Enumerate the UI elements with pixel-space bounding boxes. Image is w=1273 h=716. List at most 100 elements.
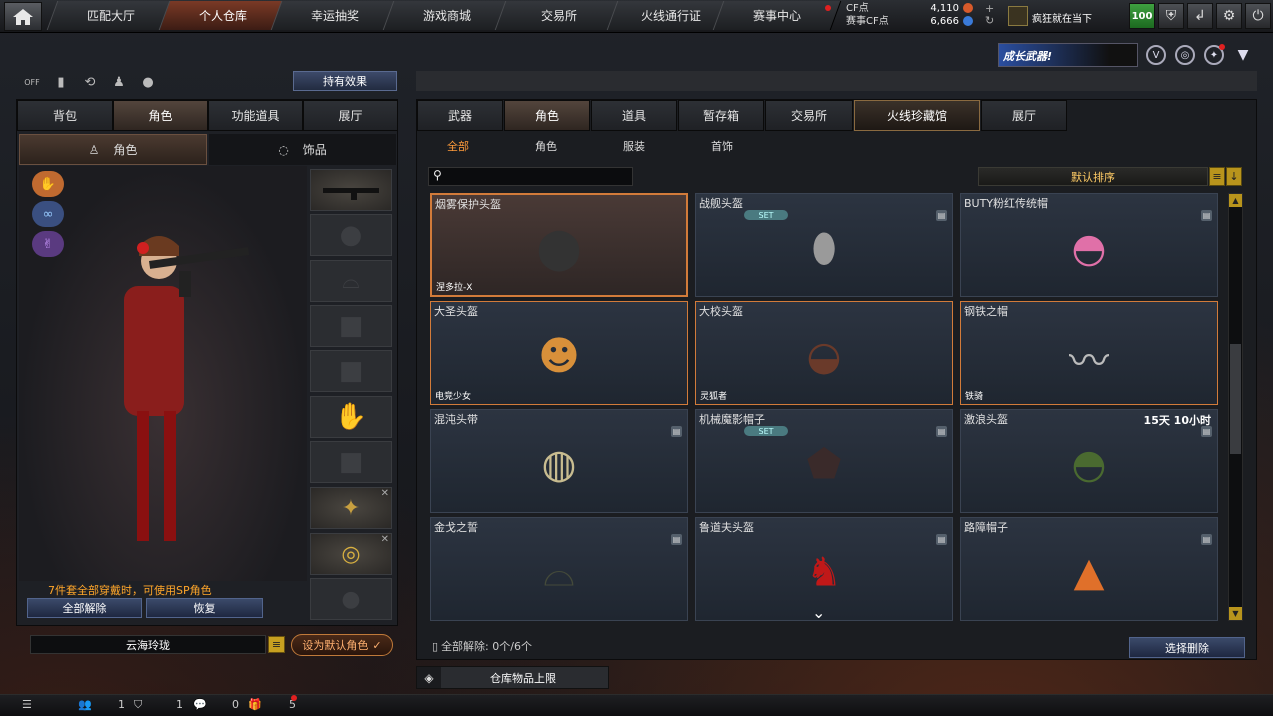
- nav-tab-shop[interactable]: 游戏商城: [382, 1, 512, 30]
- gesture-icon[interactable]: ✌: [32, 231, 64, 257]
- refresh-icon[interactable]: ↻: [985, 15, 994, 26]
- filter-jewelry[interactable]: 首饰: [711, 138, 733, 154]
- friends-icon[interactable]: 👥: [78, 698, 92, 711]
- settings-gear-icon[interactable]: ⚙: [1216, 3, 1242, 29]
- tab-exchange[interactable]: 交易所: [765, 100, 853, 131]
- owned-effects-button[interactable]: 持有效果: [293, 71, 397, 91]
- tab-showroom[interactable]: 展厅: [303, 100, 398, 131]
- nav-tab-events[interactable]: 赛事中心: [712, 1, 842, 30]
- trash-icon[interactable]: ▤: [936, 534, 947, 545]
- trash-icon[interactable]: ▤: [936, 210, 947, 221]
- tab-backpack[interactable]: 背包: [17, 100, 113, 131]
- horn-icon: 〰: [1069, 338, 1109, 385]
- remove-icon[interactable]: ✕: [381, 534, 389, 545]
- tab-weapons[interactable]: 武器: [417, 100, 503, 131]
- character-preview[interactable]: [19, 166, 307, 581]
- tab-functional-items[interactable]: 功能道具: [208, 100, 303, 131]
- slot-gloves[interactable]: ✋: [310, 396, 392, 438]
- level-badge[interactable]: 100: [1129, 3, 1155, 29]
- power-icon[interactable]: ⏻: [1245, 3, 1271, 29]
- clan-shield-icon[interactable]: ⛉: [134, 698, 142, 712]
- nav-tab-lucky-draw[interactable]: 幸运抽奖: [270, 1, 400, 30]
- shield-icon[interactable]: ⛨: [1158, 3, 1184, 29]
- brand-v-icon[interactable]: ▼: [1233, 45, 1253, 65]
- subtab-accessories[interactable]: ◌ 饰品: [209, 134, 396, 165]
- slot-helmet[interactable]: ●: [310, 214, 392, 256]
- stats-icon[interactable]: ▮: [51, 72, 71, 92]
- nav-tab-match-lobby[interactable]: 匹配大厅: [46, 1, 176, 30]
- slot-accessory-1[interactable]: ✦ ✕: [310, 487, 392, 529]
- menu-icon[interactable]: ☰: [22, 698, 32, 711]
- character-name-field[interactable]: 云海玲珑: [30, 635, 266, 654]
- item-card[interactable]: 大圣头盔 ☻ 电竞少女: [430, 301, 688, 405]
- home-button[interactable]: [4, 2, 42, 31]
- gift-icon[interactable]: 🎁: [248, 698, 262, 711]
- item-card[interactable]: 路障帽子 ▲ ▤: [960, 517, 1218, 621]
- trash-icon[interactable]: ▤: [1201, 534, 1212, 545]
- subtab-character[interactable]: ♙ 角色: [19, 134, 207, 165]
- filter-all[interactable]: 全部: [447, 138, 469, 154]
- nav-tab-personal-storage[interactable]: 个人仓库: [158, 1, 288, 30]
- scrollbar[interactable]: ▲ ▼: [1228, 193, 1243, 621]
- restore-button[interactable]: 恢复: [146, 598, 263, 618]
- trash-icon[interactable]: ▤: [1201, 426, 1212, 437]
- filter-character[interactable]: 角色: [535, 138, 557, 154]
- scroll-up-icon[interactable]: ▲: [1229, 194, 1242, 207]
- scroll-down-icon[interactable]: ▼: [1229, 607, 1242, 620]
- tab-characters[interactable]: 角色: [504, 100, 590, 131]
- nav-tab-exchange[interactable]: 交易所: [494, 1, 624, 30]
- scroll-thumb[interactable]: [1230, 344, 1241, 454]
- list-icon[interactable]: ≡: [268, 636, 285, 653]
- tab-items[interactable]: 道具: [591, 100, 677, 131]
- unequip-all-button[interactable]: 全部解除: [27, 598, 142, 618]
- item-card[interactable]: 烟雾保护头盔 ⬤ 涅多拉-X: [430, 193, 688, 297]
- item-card[interactable]: 机械魔影帽子 ⬟ SET ▤: [695, 409, 953, 513]
- list-view-icon[interactable]: ≡: [1209, 167, 1225, 186]
- item-card[interactable]: 混沌头带 ◍ ▤: [430, 409, 688, 513]
- trash-icon[interactable]: ▤: [1201, 210, 1212, 221]
- slot-weapon[interactable]: [310, 169, 392, 211]
- face-expression-icon[interactable]: ✋: [32, 171, 64, 197]
- tab-collection-hall[interactable]: 火线珍藏馆: [854, 100, 980, 131]
- storage-limit-bar[interactable]: ◈ 仓库物品上限: [416, 666, 609, 689]
- goggles-icon[interactable]: ∞: [32, 201, 64, 227]
- remove-icon[interactable]: ✕: [381, 488, 389, 499]
- sort-arrow-icon[interactable]: ↓: [1226, 167, 1242, 186]
- item-card[interactable]: BUTY粉红传统帽 ◓ ▤: [960, 193, 1218, 297]
- slot-glasses[interactable]: ⌓: [310, 260, 392, 302]
- slot-vest[interactable]: ■: [310, 305, 392, 347]
- exit-icon[interactable]: ↲: [1187, 3, 1213, 29]
- trash-icon[interactable]: ▤: [671, 426, 682, 437]
- nav-tab-label: 赛事中心: [752, 9, 801, 23]
- trash-icon[interactable]: ▤: [936, 426, 947, 437]
- pose-icon[interactable]: ♟: [109, 72, 129, 92]
- item-card[interactable]: 大校头盔 ◒ 灵狐者: [695, 301, 953, 405]
- filter-clothing[interactable]: 服装: [623, 138, 645, 154]
- search-input[interactable]: ⚲: [428, 167, 633, 186]
- trash-icon[interactable]: ▤: [671, 534, 682, 545]
- sort-dropdown[interactable]: 默认排序: [978, 167, 1208, 186]
- chevron-down-icon[interactable]: ⌄: [812, 603, 825, 622]
- promo-banner[interactable]: 成长武器!: [998, 43, 1138, 67]
- select-delete-button[interactable]: 选择删除: [1129, 637, 1245, 658]
- slot-accessory-3[interactable]: ●: [310, 578, 392, 620]
- slot-pants[interactable]: ■: [310, 441, 392, 483]
- event-icon[interactable]: V: [1146, 45, 1166, 65]
- target-icon[interactable]: ◎: [1175, 45, 1195, 65]
- slot-accessory-2[interactable]: ◎ ✕: [310, 533, 392, 575]
- tab-character[interactable]: 角色: [113, 100, 208, 131]
- plus-icon[interactable]: +: [985, 3, 994, 14]
- tab-temp-box[interactable]: 暂存箱: [678, 100, 764, 131]
- egg-icon[interactable]: ●: [138, 72, 158, 92]
- item-card[interactable]: 战舰头盔 ⬮ SET ▤: [695, 193, 953, 297]
- item-card[interactable]: 金戈之誓 ⌓ ▤: [430, 517, 688, 621]
- tab-showroom[interactable]: 展厅: [981, 100, 1067, 131]
- item-name: 大校头盔: [699, 305, 743, 318]
- slot-backpack[interactable]: ■: [310, 350, 392, 392]
- item-card[interactable]: 激浪头盔 ◓ 15天 10小时 ▤: [960, 409, 1218, 513]
- toggle-off-icon[interactable]: OFF: [22, 72, 42, 92]
- set-default-character-button[interactable]: 设为默认角色 ✓: [291, 634, 393, 656]
- item-card[interactable]: 钢铁之帽〰铁骑: [960, 301, 1218, 405]
- chat-bubble-icon[interactable]: 💬: [193, 698, 207, 711]
- rotate-icon[interactable]: ⟲: [80, 72, 100, 92]
